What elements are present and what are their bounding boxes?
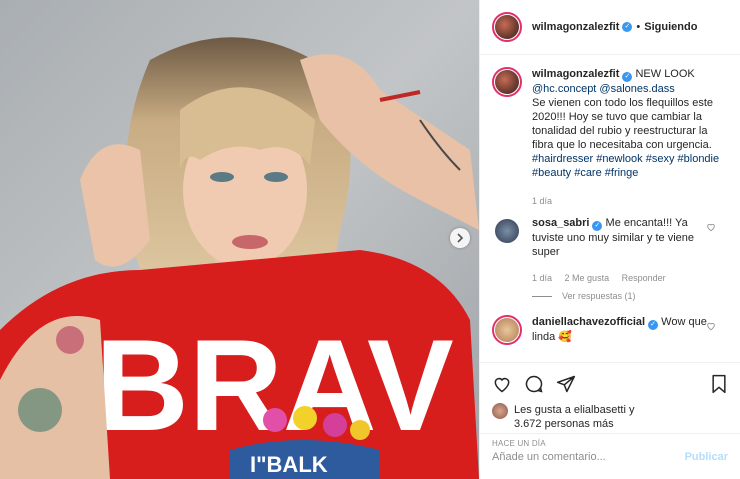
following-button[interactable]: Siguiendo (644, 21, 697, 33)
liker-avatar (492, 403, 508, 419)
caption-time: 1 día (532, 196, 553, 206)
caption-text: Se vienen con todo los flequillos este 2… (532, 97, 714, 151)
comment-input[interactable] (492, 450, 685, 463)
heart-icon[interactable] (706, 222, 716, 232)
view-replies[interactable]: Ver respuestas (1) (532, 291, 728, 301)
likes-line-2[interactable]: 3.672 personas más (514, 418, 614, 430)
author-avatar[interactable] (492, 12, 522, 42)
shirt-print-text: BRAV (95, 312, 454, 458)
shirt-bottom-text: I"BALK (250, 452, 328, 477)
replies-divider (532, 295, 552, 297)
verified-badge-icon: ✓ (592, 221, 603, 231)
comment-username[interactable]: sosa_sabri (532, 217, 589, 229)
view-replies-label[interactable]: Ver respuestas (1) (562, 291, 636, 301)
verified-badge-icon: ✓ (622, 72, 633, 82)
commenter-avatar[interactable] (492, 315, 522, 345)
likes-line-1: Les gusta a elialbasetti y (514, 404, 635, 416)
comment-time: 1 día (532, 273, 553, 283)
separator-dot: • (636, 21, 641, 33)
share-icon[interactable] (556, 374, 576, 394)
author-username[interactable]: wilmagonzalezfit (532, 21, 619, 33)
likes-summary[interactable]: Les gusta a elialbasetti y 3.672 persona… (492, 403, 728, 431)
chevron-right-icon (457, 233, 464, 243)
next-photo-button[interactable] (450, 228, 470, 248)
comment-likes[interactable]: 2 Me gusta (565, 273, 610, 283)
comment-item: sosa_sabri ✓ Me encanta!!! Ya tuviste uno… (492, 216, 728, 285)
publish-button[interactable]: Publicar (685, 451, 728, 463)
comment-item: daniellachavezofficial ✓ Wow que linda 🥰 (492, 315, 728, 345)
reply-button[interactable]: Responder (622, 273, 666, 283)
post-photo[interactable]: BRAV I"BALK (0, 0, 479, 479)
heart-icon[interactable] (492, 374, 512, 394)
verified-badge-icon: ✓ (622, 22, 633, 32)
bookmark-icon[interactable] (710, 374, 728, 394)
instagram-post: BRAV I"BALK wilmagonzalezfit ✓ • Siguien… (0, 0, 740, 479)
photo-illustration: BRAV I"BALK (0, 0, 479, 479)
post-header: wilmagonzalezfit ✓ • Siguiendo (480, 0, 740, 55)
comment-meta: 1 día 2 Me gusta Responder (532, 271, 712, 285)
action-icons (492, 371, 728, 397)
caption-avatar[interactable] (492, 67, 522, 97)
caption-hashtags[interactable]: #hairdresser #newlook #sexy #blondie #be… (532, 153, 719, 179)
comment-username[interactable]: daniellachavezofficial (532, 316, 645, 328)
comments-list[interactable]: wilmagonzalezfit ✓ NEW LOOK @hc.concept @… (480, 55, 740, 362)
caption-title: NEW LOOK (635, 68, 695, 80)
verified-badge-icon: ✓ (648, 320, 659, 330)
heart-icon[interactable] (706, 321, 716, 331)
caption-meta: 1 día (532, 194, 728, 208)
caption-username[interactable]: wilmagonzalezfit (532, 68, 619, 80)
post-side-panel: wilmagonzalezfit ✓ • Siguiendo wilmagonz… (479, 0, 740, 479)
add-comment-bar: Publicar (480, 433, 740, 479)
comment-icon[interactable] (524, 374, 544, 394)
commenter-avatar[interactable] (492, 216, 522, 246)
caption-mentions[interactable]: @hc.concept @salones.dass (532, 83, 675, 95)
caption: wilmagonzalezfit ✓ NEW LOOK @hc.concept @… (492, 67, 728, 216)
